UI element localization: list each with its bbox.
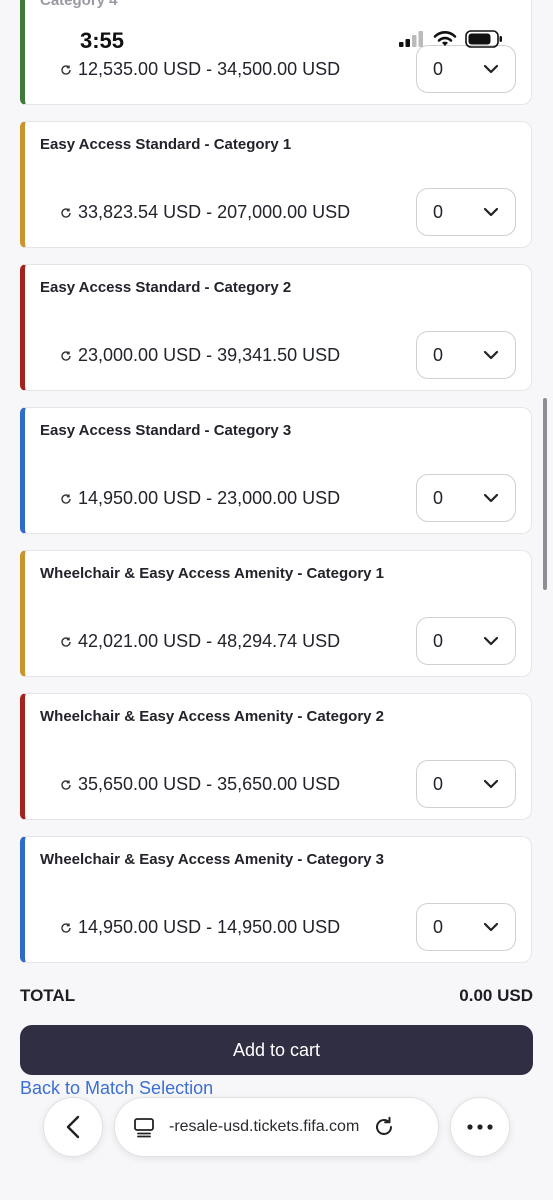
price-row: 42,021.00 USD - 48,294.74 USD xyxy=(60,631,340,652)
price-range-text: 33,823.54 USD - 207,000.00 USD xyxy=(78,202,351,222)
refresh-icon xyxy=(61,350,71,361)
quantity-value: 0 xyxy=(433,630,444,651)
ticket-card-6: Wheelchair & Easy Access Amenity - Categ… xyxy=(20,836,532,963)
status-bar: Category 4 3:55 xyxy=(0,0,553,70)
price-row: 14,950.00 USD - 14,950.00 USD xyxy=(60,917,340,938)
quantity-select[interactable]: 0 xyxy=(416,331,516,379)
signal-icon xyxy=(399,31,423,47)
price-row: 23,000.00 USD - 39,341.50 USD xyxy=(60,345,340,366)
peek-card-title: Category 4 xyxy=(40,0,118,9)
ticket-title: Easy Access Standard - Category 2 xyxy=(40,279,292,296)
reload-icon[interactable] xyxy=(373,1116,395,1138)
price-range-text: 14,950.00 USD - 23,000.00 USD xyxy=(78,488,341,508)
refresh-icon xyxy=(61,779,71,790)
back-to-match-selection-link[interactable]: Back to Match Selection xyxy=(20,1078,213,1099)
chevron-down-icon xyxy=(483,207,499,217)
ticket-title: Wheelchair & Easy Access Amenity - Categ… xyxy=(40,565,385,582)
price-row: 33,823.54 USD - 207,000.00 USD xyxy=(60,202,350,223)
quantity-select[interactable]: 0 xyxy=(416,474,516,522)
quantity-value: 0 xyxy=(433,344,444,365)
chevron-left-icon xyxy=(66,1115,80,1139)
ticket-card-3: Easy Access Standard - Category 3 14,950… xyxy=(20,407,532,534)
price-row: 14,950.00 USD - 23,000.00 USD xyxy=(60,488,340,509)
chevron-down-icon xyxy=(483,636,499,646)
status-icons xyxy=(399,30,503,48)
quantity-select[interactable]: 0 xyxy=(416,903,516,951)
quantity-select[interactable]: 0 xyxy=(416,188,516,236)
quantity-select[interactable]: 0 xyxy=(416,617,516,665)
quantity-select[interactable]: 0 xyxy=(416,760,516,808)
ticket-title: Easy Access Standard - Category 1 xyxy=(40,136,292,153)
total-label: TOTAL xyxy=(20,986,76,1005)
chevron-down-icon xyxy=(483,493,499,503)
chevron-down-icon xyxy=(483,350,499,360)
add-to-cart-button[interactable]: Add to cart xyxy=(20,1025,533,1075)
ticket-title: Wheelchair & Easy Access Amenity - Categ… xyxy=(40,851,385,868)
refresh-icon xyxy=(61,207,71,218)
quantity-value: 0 xyxy=(433,773,444,794)
browser-back-button[interactable] xyxy=(43,1097,103,1157)
total-value: 0.00 USD xyxy=(459,986,533,1005)
total-row: TOTAL 0.00 USD xyxy=(20,986,533,1006)
tabs-icon xyxy=(134,1118,154,1138)
quantity-value: 0 xyxy=(433,487,444,508)
refresh-icon xyxy=(61,636,71,647)
ticket-selection-page: 12,535.00 USD - 34,500.00 USD 0 Category… xyxy=(0,0,553,1200)
chevron-down-icon xyxy=(483,922,499,932)
price-row: 35,650.00 USD - 35,650.00 USD xyxy=(60,774,340,795)
refresh-icon xyxy=(61,493,71,504)
ticket-title: Easy Access Standard - Category 3 xyxy=(40,422,292,439)
price-range-text: 42,021.00 USD - 48,294.74 USD xyxy=(78,631,341,651)
scrollbar[interactable] xyxy=(543,398,547,590)
address-bar[interactable]: -resale-usd.tickets.fifa.com xyxy=(114,1097,439,1157)
price-range-text: 35,650.00 USD - 35,650.00 USD xyxy=(78,774,341,794)
chevron-down-icon xyxy=(483,779,499,789)
more-options-button[interactable] xyxy=(450,1097,510,1157)
ticket-card-4: Wheelchair & Easy Access Amenity - Categ… xyxy=(20,550,532,677)
refresh-icon xyxy=(61,922,71,933)
price-range-text: 14,950.00 USD - 14,950.00 USD xyxy=(78,917,341,937)
ticket-card-2: Easy Access Standard - Category 2 23,000… xyxy=(20,264,532,391)
wifi-icon xyxy=(433,31,457,46)
quantity-value: 0 xyxy=(433,201,444,222)
price-range-text: 23,000.00 USD - 39,341.50 USD xyxy=(78,345,341,365)
more-icon xyxy=(467,1124,493,1130)
clock: 3:55 xyxy=(80,28,125,53)
ticket-card-5: Wheelchair & Easy Access Amenity - Categ… xyxy=(20,693,532,820)
url-text: -resale-usd.tickets.fifa.com xyxy=(169,1118,360,1135)
quantity-value: 0 xyxy=(433,916,444,937)
battery-icon xyxy=(465,30,502,48)
ticket-card-1: Easy Access Standard - Category 1 33,823… xyxy=(20,121,532,248)
ticket-title: Wheelchair & Easy Access Amenity - Categ… xyxy=(40,708,385,725)
